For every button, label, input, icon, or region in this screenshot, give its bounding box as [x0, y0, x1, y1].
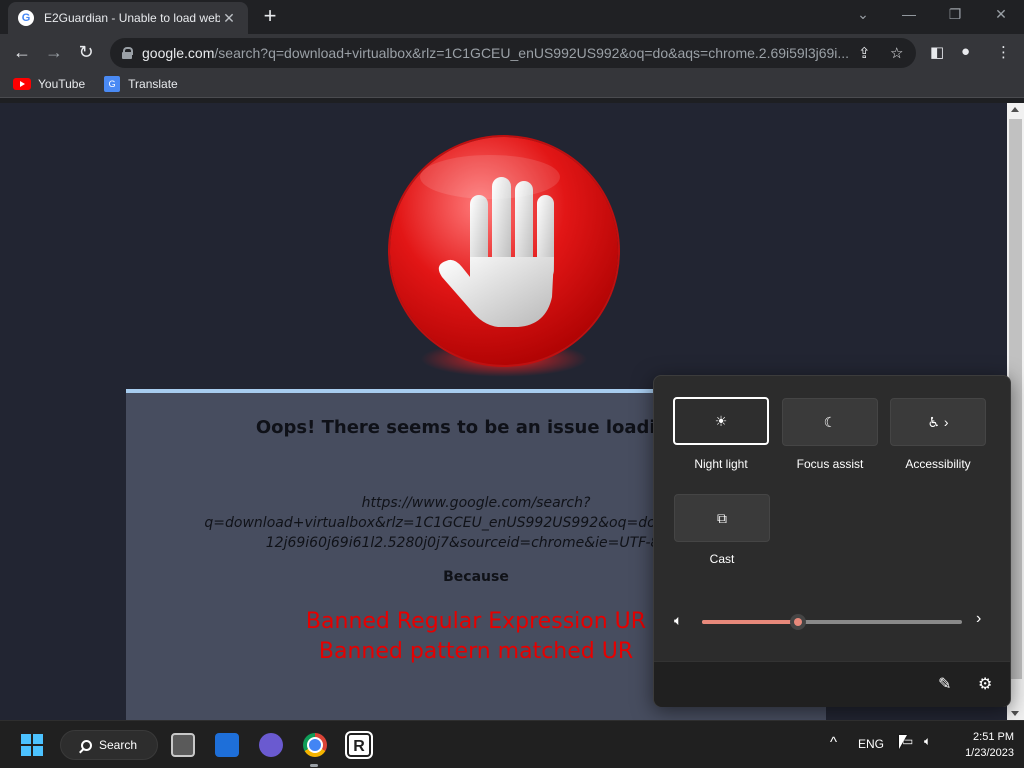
bookmark-label: Translate — [128, 76, 178, 91]
cast-icon: ⧉ — [717, 509, 727, 526]
volume-tray-icon[interactable]: 🔈︎ — [924, 734, 931, 749]
address-bar[interactable]: google.com/search?q=download+virtualbox&… — [110, 38, 916, 68]
focus-assist-toggle[interactable]: ☾ — [782, 398, 878, 446]
tile-label: Cast — [709, 552, 735, 566]
close-tab-icon[interactable]: ✕ — [220, 10, 238, 27]
night-light-toggle[interactable]: ☀ — [673, 397, 769, 445]
chrome-app-icon[interactable] — [303, 733, 327, 757]
profile-icon[interactable]: ● — [961, 43, 970, 60]
mouse-cursor-icon — [899, 735, 907, 749]
side-panel-icon[interactable]: ◧ — [930, 43, 944, 61]
clock-time: 2:51 PM — [973, 731, 1014, 743]
r-app-icon[interactable]: R — [347, 733, 371, 757]
active-app-indicator — [310, 764, 318, 767]
bookmark-star-icon[interactable]: ☆ — [890, 44, 903, 62]
tab-search-icon[interactable]: ⌄ — [848, 6, 878, 24]
search-icon — [81, 739, 92, 751]
night-light-icon: ☀ — [714, 412, 728, 429]
tab-title: E2Guardian - Unable to load web — [44, 11, 220, 25]
cast-toggle[interactable]: ⧉ — [674, 494, 770, 542]
google-favicon-icon: G — [18, 10, 34, 26]
scroll-up-arrow-icon[interactable] — [1011, 107, 1019, 112]
volume-slider-fill — [702, 620, 799, 624]
browser-toolbar: ← → ↻ google.com/search?q=download+virtu… — [0, 34, 1024, 70]
widgets-icon[interactable] — [215, 733, 239, 757]
browser-tab[interactable]: G E2Guardian - Unable to load web ✕ — [8, 2, 248, 34]
bookmark-translate[interactable]: G Translate — [104, 75, 178, 92]
chevron-right-icon[interactable]: › — [976, 610, 981, 628]
back-button[interactable]: ← — [10, 40, 34, 64]
show-hidden-icons-chevron-icon[interactable]: ^ — [830, 734, 837, 751]
translate-icon: G — [104, 75, 121, 92]
lock-icon[interactable] — [122, 47, 133, 59]
speaker-icon[interactable]: 🔈︎ — [674, 612, 682, 629]
gear-icon[interactable]: ⚙ — [978, 674, 992, 694]
accessibility-icon: ♿ › — [927, 413, 949, 430]
start-button[interactable] — [21, 734, 43, 756]
moon-icon: ☾ — [823, 413, 837, 430]
accessibility-toggle[interactable]: ♿ › — [890, 398, 986, 446]
task-view-icon[interactable] — [171, 733, 195, 757]
search-label: Search — [99, 738, 138, 752]
volume-slider[interactable] — [702, 614, 962, 630]
windows-taskbar: Search R ^ ENG ▭ 🔈︎ 2:51 PM 1/23/2023 — [0, 720, 1024, 768]
tab-strip: G E2Guardian - Unable to load web ✕ + ⌄ … — [0, 0, 1024, 34]
menu-kebab-icon[interactable]: ⋮ — [996, 43, 1011, 61]
reload-button[interactable]: ↻ — [74, 40, 98, 64]
bookmark-label: YouTube — [38, 76, 86, 91]
language-indicator[interactable]: ENG — [858, 737, 884, 751]
bookmark-youtube[interactable]: YouTube — [13, 77, 85, 91]
bookmarks-bar: YouTube G Translate — [0, 70, 1024, 98]
close-window-button[interactable]: ✕ — [986, 6, 1016, 24]
stop-hand-icon — [390, 137, 618, 365]
minimize-button[interactable]: — — [894, 6, 924, 24]
taskbar-search[interactable]: Search — [60, 730, 158, 760]
forward-button[interactable]: → — [42, 40, 66, 64]
youtube-icon — [13, 77, 31, 90]
quick-settings-footer: ✎ ⚙ — [654, 661, 1010, 707]
restore-button[interactable]: ❐ — [940, 6, 970, 24]
new-tab-button[interactable]: + — [258, 4, 282, 28]
volume-slider-thumb[interactable] — [790, 614, 807, 630]
quick-settings-panel: ☀ Night light ☾ Focus assist ♿ › Accessi… — [653, 375, 1011, 707]
edit-pencil-icon[interactable]: ✎ — [938, 674, 951, 694]
share-icon[interactable]: ⇪ — [858, 44, 871, 62]
clock[interactable]: 2:51 PM 1/23/2023 — [950, 729, 1014, 761]
tile-label: Night light — [694, 457, 748, 471]
tile-label: Accessibility — [905, 457, 971, 471]
tile-label: Focus assist — [796, 457, 864, 471]
clock-date: 1/23/2023 — [965, 747, 1014, 759]
scroll-down-arrow-icon[interactable] — [1011, 711, 1019, 716]
url-text[interactable]: google.com/search?q=download+virtualbox&… — [142, 45, 852, 61]
hand-shape — [420, 155, 560, 327]
teams-chat-icon[interactable] — [259, 733, 283, 757]
